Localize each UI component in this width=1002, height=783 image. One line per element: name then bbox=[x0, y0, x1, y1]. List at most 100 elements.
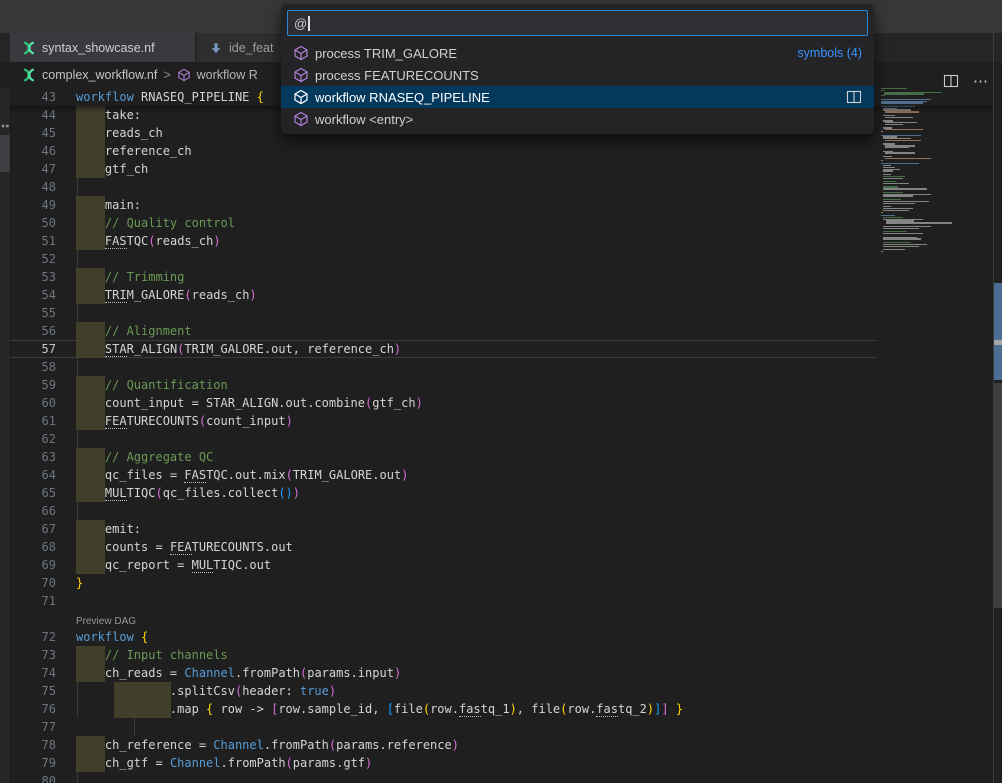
line-content: } bbox=[66, 574, 877, 592]
line-number: 64 bbox=[10, 466, 56, 484]
code-line-80[interactable]: 80 bbox=[10, 772, 877, 783]
line-number: 72 bbox=[10, 628, 56, 646]
code-line-49[interactable]: 49 main: bbox=[10, 196, 877, 214]
code-line-78[interactable]: 78 ch_reference = Channel.fromPath(param… bbox=[10, 736, 877, 754]
line-number: 51 bbox=[10, 232, 56, 250]
code-line-75[interactable]: 75 .splitCsv(header: true) bbox=[10, 682, 877, 700]
line-content: FASTQC(reads_ch) bbox=[66, 232, 877, 250]
code-line-79[interactable]: 79 ch_gtf = Channel.fromPath(params.gtf) bbox=[10, 754, 877, 772]
minimap-line bbox=[885, 124, 903, 125]
code-line-62[interactable]: 62 bbox=[10, 430, 877, 448]
breadcrumb-file[interactable]: complex_workflow.nf bbox=[42, 68, 157, 82]
symbol-cube-icon bbox=[293, 111, 309, 127]
code-line-51[interactable]: 51 FASTQC(reads_ch) bbox=[10, 232, 877, 250]
code-line-66[interactable]: 66 bbox=[10, 502, 877, 520]
code-line-52[interactable]: 52 bbox=[10, 250, 877, 268]
symbol-cube-icon bbox=[293, 67, 309, 83]
quickpick-input[interactable]: @ bbox=[287, 10, 868, 36]
code-line-64[interactable]: 64 qc_files = FASTQC.out.mix(TRIM_GALORE… bbox=[10, 466, 877, 484]
line-content: TRIM_GALORE(reads_ch) bbox=[66, 286, 877, 304]
line-content: ch_gtf = Channel.fromPath(params.gtf) bbox=[66, 754, 877, 772]
minimap[interactable] bbox=[877, 88, 992, 783]
code-line-69[interactable]: 69 qc_report = MULTIQC.out bbox=[10, 556, 877, 574]
more-actions-icon[interactable]: ⋯ bbox=[973, 72, 988, 90]
line-number: 57 bbox=[10, 340, 56, 358]
quickpick-query: @ bbox=[294, 16, 307, 31]
quickpick-item[interactable]: workflow RNASEQ_PIPELINE bbox=[281, 86, 874, 108]
code-line-53[interactable]: 53 // Trimming bbox=[10, 268, 877, 286]
line-number: 47 bbox=[10, 160, 56, 178]
tab-syntax-showcase[interactable]: syntax_showcase.nf bbox=[10, 33, 196, 62]
code-line-72[interactable]: 72 workflow { bbox=[10, 628, 877, 646]
line-number: 56 bbox=[10, 322, 56, 340]
nextflow-logo-icon bbox=[22, 68, 36, 82]
line-number: 65 bbox=[10, 484, 56, 502]
line-number: 53 bbox=[10, 268, 56, 286]
code-line-61[interactable]: 61 FEATURECOUNTS(count_input) bbox=[10, 412, 877, 430]
line-content: workflow { bbox=[66, 628, 877, 646]
code-line-74[interactable]: 74 ch_reads = Channel.fromPath(params.in… bbox=[10, 664, 877, 682]
minimap-line bbox=[881, 88, 907, 89]
line-number: 75 bbox=[10, 682, 56, 700]
code-editor[interactable]: 43workflow RNASEQ_PIPELINE {44 take:45 r… bbox=[10, 88, 993, 783]
line-number: 44 bbox=[10, 106, 56, 124]
code-line-70[interactable]: 70} bbox=[10, 574, 877, 592]
ruler-marker bbox=[994, 283, 1002, 340]
nextflow-logo-icon bbox=[22, 41, 36, 55]
open-to-side-icon[interactable] bbox=[846, 89, 862, 105]
code-line-47[interactable]: 47 gtf_ch bbox=[10, 160, 877, 178]
quickpick-item[interactable]: workflow <entry> bbox=[281, 108, 874, 130]
code-line-56[interactable]: 56 // Alignment bbox=[10, 322, 877, 340]
quick-pick-panel: @ process TRIM_GALOREsymbols (4)process … bbox=[281, 4, 874, 134]
minimap-line bbox=[884, 93, 924, 94]
code-line-57[interactable]: 57 STAR_ALIGN(TRIM_GALORE.out, reference… bbox=[10, 340, 877, 358]
code-line-63[interactable]: 63 // Aggregate QC bbox=[10, 448, 877, 466]
code-line-50[interactable]: 50 // Quality control bbox=[10, 214, 877, 232]
code-line-46[interactable]: 46 reference_ch bbox=[10, 142, 877, 160]
code-line-55[interactable]: 55 bbox=[10, 304, 877, 322]
overflow-dots-icon[interactable]: ●● bbox=[1, 123, 9, 130]
split-editor-icon[interactable] bbox=[943, 73, 959, 89]
line-number: 80 bbox=[10, 772, 56, 783]
line-content: main: bbox=[66, 196, 877, 214]
code-line-77[interactable]: 77 bbox=[10, 718, 877, 736]
minimap-line bbox=[885, 147, 909, 148]
line-number: 73 bbox=[10, 646, 56, 664]
breadcrumb: complex_workflow.nf > workflow R bbox=[0, 62, 303, 88]
strip-scrollbar-thumb[interactable] bbox=[0, 135, 10, 172]
symbols-count-badge[interactable]: symbols (4) bbox=[797, 46, 862, 60]
line-number: 45 bbox=[10, 124, 56, 142]
minimap-line bbox=[886, 222, 952, 223]
quickpick-item[interactable]: process TRIM_GALOREsymbols (4) bbox=[281, 42, 874, 64]
code-line-58[interactable]: 58 bbox=[10, 358, 877, 376]
breadcrumb-symbol[interactable]: workflow R bbox=[197, 68, 258, 82]
line-number: 46 bbox=[10, 142, 56, 160]
line-content: // Aggregate QC bbox=[66, 448, 877, 466]
quickpick-item[interactable]: process FEATURECOUNTS bbox=[281, 64, 874, 86]
code-line-68[interactable]: 68 counts = FEATURECOUNTS.out bbox=[10, 538, 877, 556]
codelens-row: Preview DAG bbox=[10, 610, 877, 628]
minimap-line bbox=[883, 195, 913, 196]
line-content: // Quantification bbox=[66, 376, 877, 394]
line-number: 43 bbox=[10, 88, 56, 106]
line-content: qc_files = FASTQC.out.mix(TRIM_GALORE.ou… bbox=[66, 466, 877, 484]
code-line-54[interactable]: 54 TRIM_GALORE(reads_ch) bbox=[10, 286, 877, 304]
minimap-line bbox=[883, 178, 903, 179]
ruler-marker bbox=[994, 383, 1002, 608]
scrollbar-overview-ruler[interactable] bbox=[993, 0, 1002, 783]
line-number: 48 bbox=[10, 178, 56, 196]
code-line-76[interactable]: 76 .map { row -> [row.sample_id, [file(r… bbox=[10, 700, 877, 718]
code-line-59[interactable]: 59 // Quantification bbox=[10, 376, 877, 394]
code-line-73[interactable]: 73 // Input channels bbox=[10, 646, 877, 664]
code-line-60[interactable]: 60 count_input = STAR_ALIGN.out.combine(… bbox=[10, 394, 877, 412]
line-content: .map { row -> [row.sample_id, [file(row.… bbox=[66, 700, 877, 718]
line-number: 76 bbox=[10, 700, 56, 718]
text-cursor bbox=[308, 16, 310, 31]
code-line-48[interactable]: 48 bbox=[10, 178, 877, 196]
code-line-65[interactable]: 65 MULTIQC(qc_files.collect()) bbox=[10, 484, 877, 502]
code-line-71[interactable]: 71 bbox=[10, 592, 877, 610]
line-number: 79 bbox=[10, 754, 56, 772]
line-number: 63 bbox=[10, 448, 56, 466]
minimap-line bbox=[885, 140, 921, 141]
code-line-67[interactable]: 67 emit: bbox=[10, 520, 877, 538]
